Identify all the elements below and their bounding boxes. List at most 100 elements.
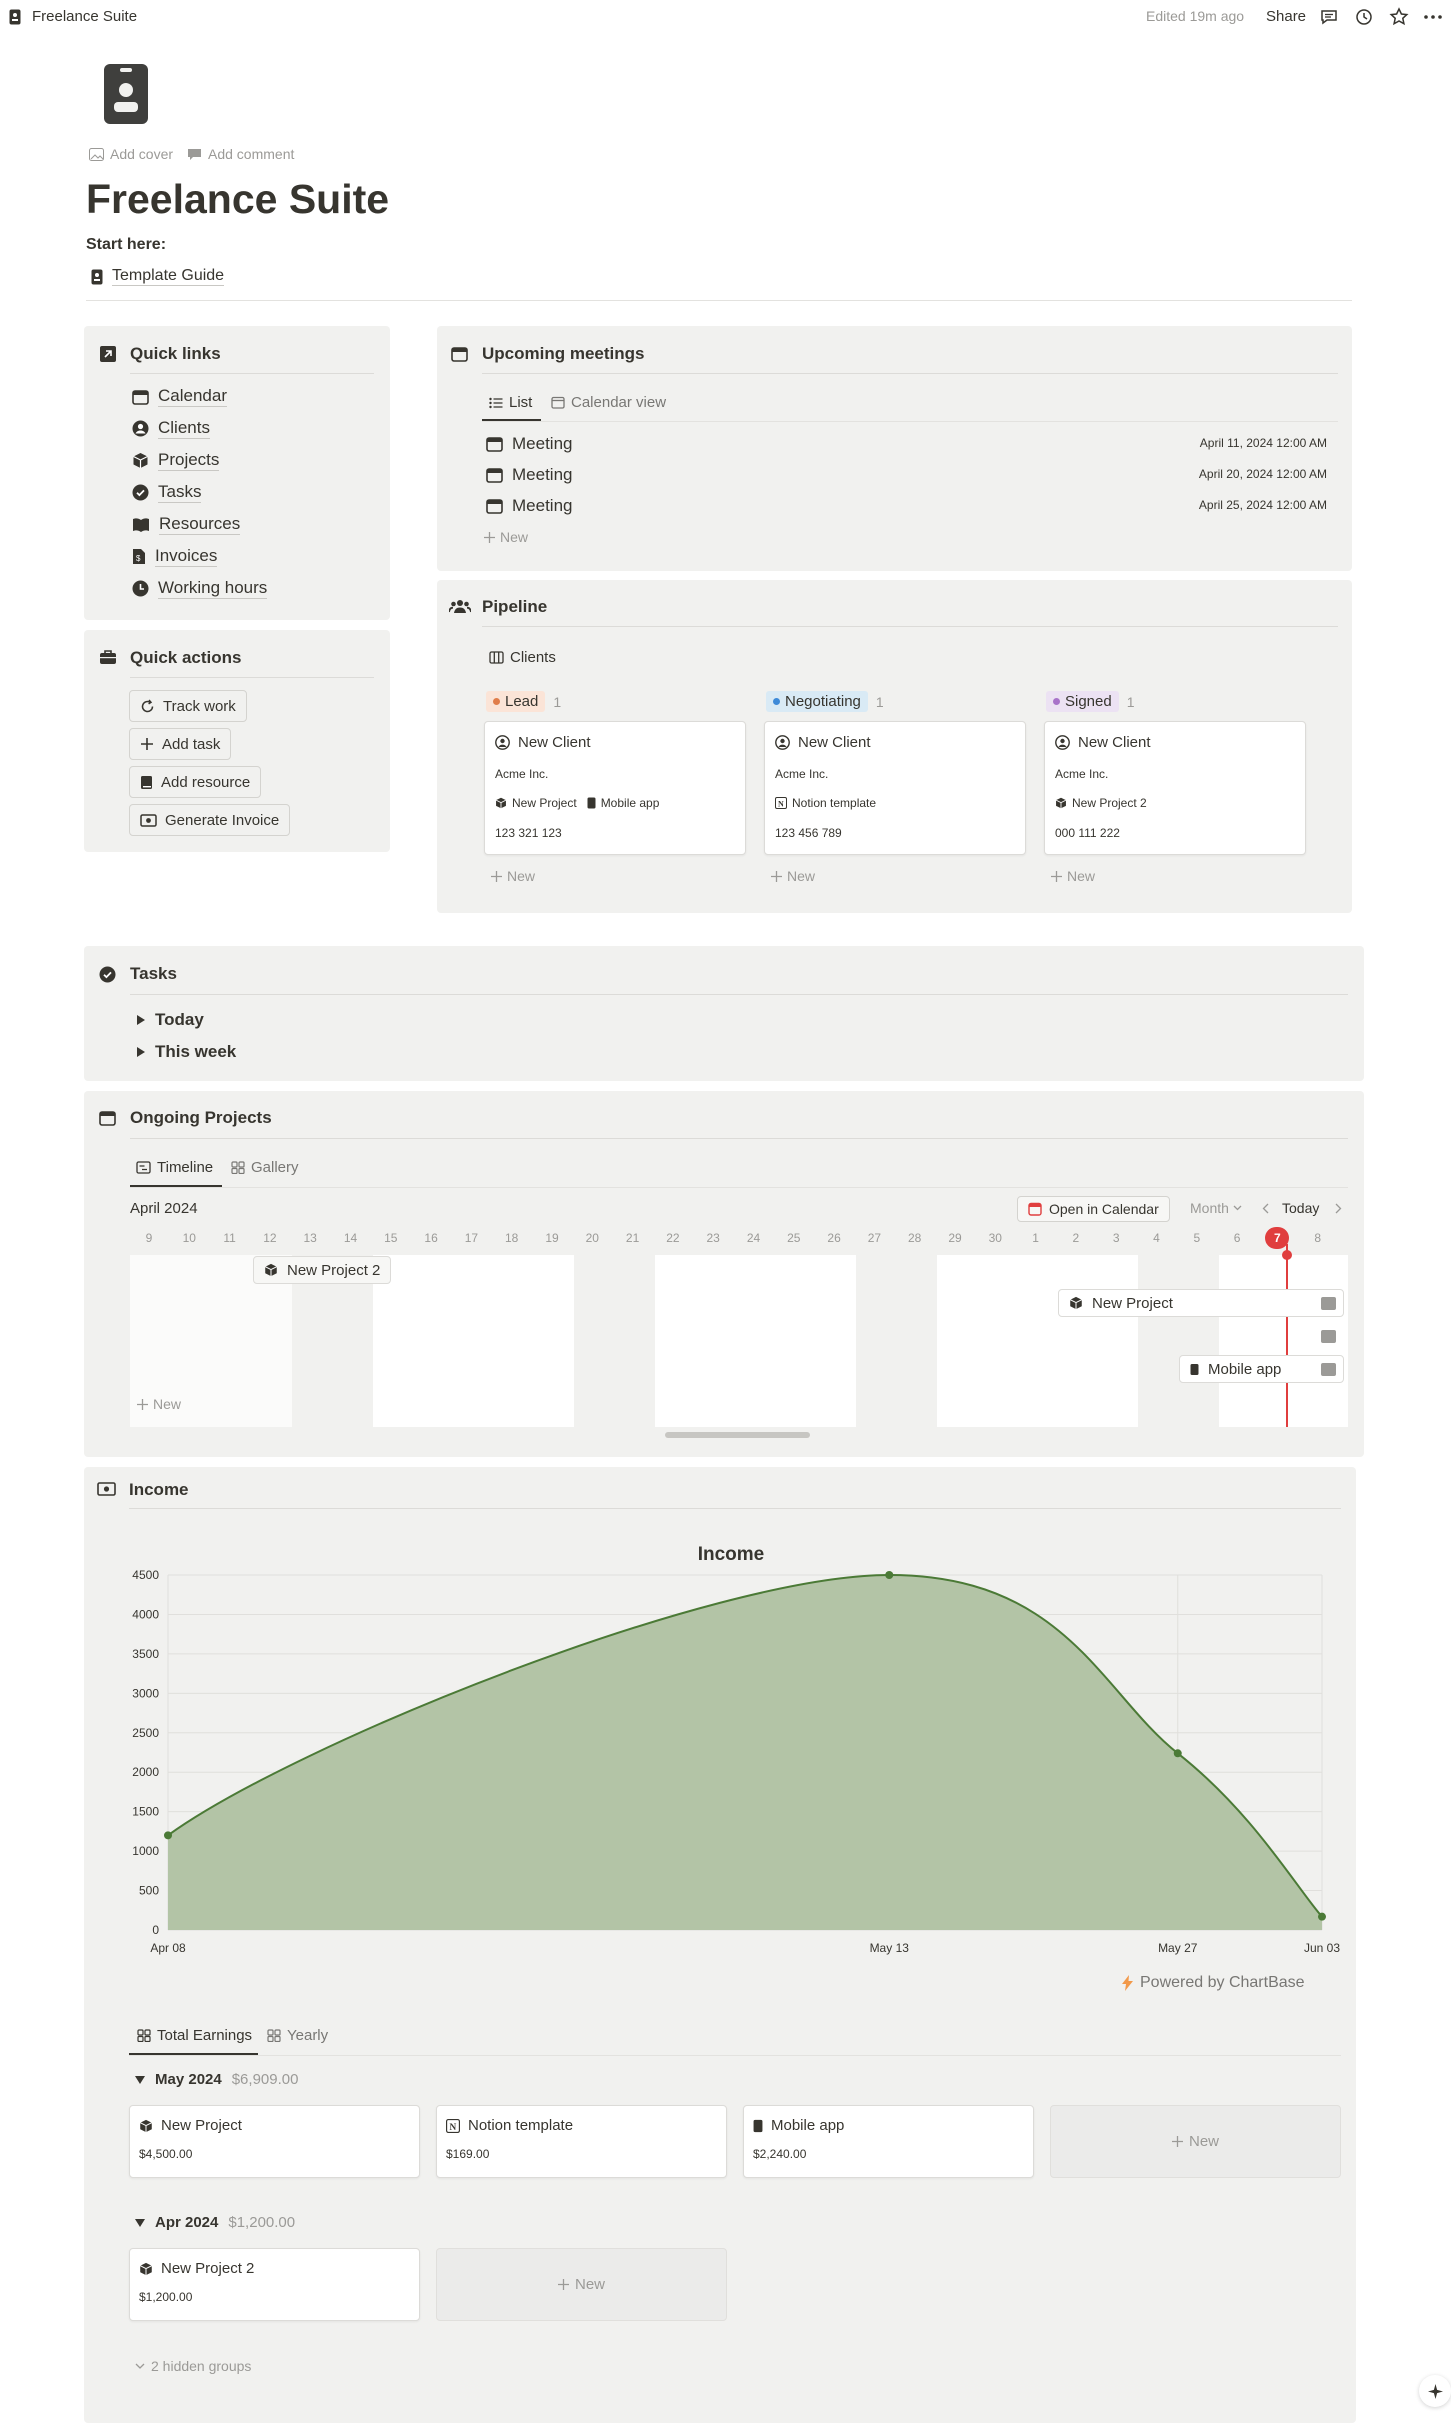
badge-icon [91,269,103,284]
cube-icon [133,453,148,468]
earning-amount: $1,200.00 [139,2290,193,2304]
new-card-button[interactable]: New [771,868,815,884]
meeting-row[interactable]: Meeting [486,496,572,516]
group-sum: $6,909.00 [231,2071,299,2088]
tab-clients[interactable]: Clients [489,649,556,666]
start-here-label: Start here: [86,236,167,253]
relation-project[interactable]: New Project Mobile app [495,796,659,810]
open-in-calendar-button[interactable]: Open in Calendar [1017,1196,1170,1222]
scrollbar-thumb[interactable] [665,1432,810,1438]
timeline-day: 19 [545,1231,559,1245]
quick-link-projects[interactable]: Projects [132,450,220,471]
add-task-button[interactable]: Add task [129,728,232,760]
earning-card[interactable] [743,2105,1034,2178]
timeline-bar-new-project[interactable]: New Project [1058,1289,1344,1317]
column-count: 1 [875,693,884,710]
status-pill: Signed [1046,691,1119,712]
share-button[interactable]: Share [1266,8,1306,25]
new-card-button[interactable]: New [1051,868,1095,884]
calendar-icon [451,347,468,362]
notion-icon: N [446,2118,460,2133]
add-comment-button[interactable]: Add comment [187,146,294,162]
open-arrow-icon[interactable] [1321,1330,1336,1343]
breadcrumb[interactable]: Freelance Suite [32,8,137,25]
pipeline-column-lead[interactable]: Lead 1 [486,691,561,712]
timeline-day: 22 [666,1231,680,1245]
divider [130,1187,1348,1188]
group-may-2024[interactable]: May 2024 $6,909.00 [135,2071,298,2088]
relation-label: New Project [512,796,577,810]
range-select[interactable]: Month [1190,1200,1242,1216]
meeting-row[interactable]: Meeting [486,465,572,485]
track-work-button[interactable]: Track work [129,690,247,722]
page-badge-icon[interactable] [104,64,148,124]
meeting-row[interactable]: Meeting [486,434,572,454]
quick-link-calendar[interactable]: Calendar [132,386,227,407]
template-guide-link[interactable]: Template Guide [91,267,225,286]
money-icon [140,813,157,827]
timeline-bar-new-project-2[interactable]: New Project 2 [253,1256,392,1284]
history-icon[interactable] [1353,6,1375,28]
generate-invoice-button[interactable]: Generate Invoice [129,804,291,836]
tab-calendar-view[interactable]: Calendar view [551,394,666,411]
tab-label: List [509,394,533,411]
new-timeline-item-button[interactable]: New [137,1396,181,1412]
cube-icon [265,1263,277,1277]
quick-link-working-hours[interactable]: Working hours [132,578,268,599]
pipeline-column-negotiating[interactable]: Negotiating 1 [766,691,884,712]
new-earning-button[interactable]: New [1050,2105,1341,2178]
timeline-bar-mobile-app[interactable]: Mobile app [1179,1355,1344,1383]
toggle-this-week[interactable]: This week [136,1042,236,1062]
group-apr-2024[interactable]: Apr 2024 $1,200.00 [135,2214,295,2231]
earning-card[interactable] [129,2105,420,2178]
client-company: Acme Inc. [495,767,549,781]
quick-link-clients[interactable]: Clients [132,418,210,439]
calendar-icon [132,389,149,405]
open-arrow-icon[interactable] [1321,1363,1336,1376]
powered-by-chartbase[interactable]: Powered by ChartBase [1122,1974,1305,1992]
tab-list[interactable]: List [489,394,532,411]
earning-card[interactable] [436,2105,727,2178]
toggle-today[interactable]: Today [136,1010,204,1030]
relation-project[interactable]: N Notion template [775,796,876,810]
meeting-name: Meeting [512,434,573,453]
meeting-date: April 25, 2024 12:00 AM [1198,498,1327,512]
y-tick-label: 3000 [132,1686,159,1700]
add-cover-button[interactable]: Add cover [89,146,173,162]
more-icon[interactable] [1422,6,1444,28]
timeline-day: 7 [1257,1227,1297,1249]
earning-card[interactable] [129,2248,420,2321]
open-arrow-icon[interactable] [1321,1297,1336,1310]
quick-link-invoices[interactable]: $ Invoices [132,546,218,567]
pipeline-column-signed[interactable]: Signed 1 [1046,691,1135,712]
hidden-groups-toggle[interactable]: 2 hidden groups [135,2358,251,2374]
new-meeting-button[interactable]: New [484,529,528,545]
ai-assist-button[interactable] [1419,2375,1451,2407]
relation-project[interactable]: New Project 2 [1055,796,1147,810]
x-tick-label: Apr 08 [150,1941,186,1955]
tab-total-earnings[interactable]: Total Earnings [137,2027,252,2044]
new-earning-button[interactable]: New [436,2248,727,2321]
list-icon [489,397,503,408]
tab-label: Clients [510,649,556,666]
today-button[interactable]: Today [1282,1200,1319,1216]
calendar-icon [486,468,503,483]
quick-link-tasks[interactable]: Tasks [132,482,202,503]
add-resource-button[interactable]: Add resource [129,766,262,798]
button-label: Add resource [161,773,251,791]
tab-gallery[interactable]: Gallery [231,1159,299,1176]
chevron-right-icon[interactable] [1335,1203,1342,1214]
chevron-left-icon[interactable] [1262,1203,1269,1214]
new-card-button[interactable]: New [491,868,535,884]
tab-yearly[interactable]: Yearly [267,2027,328,2044]
star-icon[interactable] [1388,6,1410,28]
cube-icon [1055,797,1067,809]
tab-timeline[interactable]: Timeline [136,1159,213,1176]
add-cover-label: Add cover [110,146,174,162]
comments-icon[interactable] [1318,6,1340,28]
horizontal-scrollbar[interactable] [130,1430,1348,1440]
plus-icon [1051,870,1062,882]
quick-link-resources[interactable]: Resources [132,514,241,535]
powered-label: Powered by ChartBase [1140,1974,1305,1991]
tab-label: Gallery [251,1159,299,1176]
